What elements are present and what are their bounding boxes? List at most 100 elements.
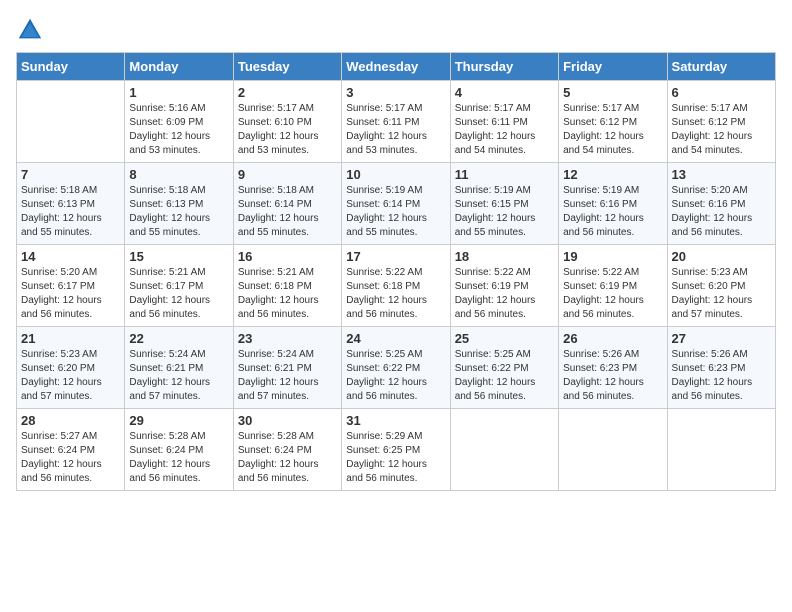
day-number: 12 (563, 167, 662, 182)
calendar-header-row: SundayMondayTuesdayWednesdayThursdayFrid… (17, 53, 776, 81)
calendar-cell: 9Sunrise: 5:18 AM Sunset: 6:14 PM Daylig… (233, 163, 341, 245)
day-info: Sunrise: 5:24 AM Sunset: 6:21 PM Dayligh… (238, 348, 337, 404)
day-number: 3 (346, 85, 445, 100)
day-number: 26 (563, 331, 662, 346)
day-number: 11 (455, 167, 554, 182)
day-number: 5 (563, 85, 662, 100)
day-header-saturday: Saturday (667, 53, 775, 81)
day-info: Sunrise: 5:25 AM Sunset: 6:22 PM Dayligh… (455, 348, 554, 404)
week-row-3: 14 Sunrise: 5:20 AM Sunset: 6:17 PM Dayli… (17, 245, 776, 327)
day-info: Sunrise: 5:16 AM Sunset: 6:09 PM Dayligh… (129, 102, 228, 158)
day-number: 22 (129, 331, 228, 346)
day-number: 19 (563, 249, 662, 264)
day-info: Sunrise: 5:27 AM Sunset: 6:24 PM Dayligh… (21, 430, 120, 486)
day-info: Sunrise: 5:20 AM Sunset: 6:16 PM Dayligh… (672, 184, 771, 240)
calendar-cell: 3Sunrise: 5:17 AM Sunset: 6:11 PM Daylig… (342, 81, 450, 163)
calendar-cell: 18 Sunrise: 5:22 AM Sunset: 6:19 PM Dayli… (450, 245, 558, 327)
day-header-friday: Friday (559, 53, 667, 81)
day-info: Sunrise: 5:18 AM Sunset: 6:14 PM Dayligh… (238, 184, 337, 240)
day-number: 24 (346, 331, 445, 346)
day-info: Sunrise: 5:18 AM Sunset: 6:13 PM Dayligh… (21, 184, 120, 240)
calendar-cell: 15 Sunrise: 5:21 AM Sunset: 6:17 PM Dayli… (125, 245, 233, 327)
week-row-1: 1 Sunrise: 5:16 AM Sunset: 6:09 PM Daylig… (17, 81, 776, 163)
day-info: Sunrise: 5:23 AM Sunset: 6:20 PM Dayligh… (672, 266, 771, 322)
day-header-wednesday: Wednesday (342, 53, 450, 81)
calendar-cell: 23Sunrise: 5:24 AM Sunset: 6:21 PM Dayli… (233, 327, 341, 409)
calendar-cell: 14 Sunrise: 5:20 AM Sunset: 6:17 PM Dayli… (17, 245, 125, 327)
day-info: Sunrise: 5:17 AM Sunset: 6:10 PM Dayligh… (238, 102, 337, 158)
day-number: 10 (346, 167, 445, 182)
day-header-thursday: Thursday (450, 53, 558, 81)
day-number: 27 (672, 331, 771, 346)
week-row-2: 7 Sunrise: 5:18 AM Sunset: 6:13 PM Daylig… (17, 163, 776, 245)
week-row-4: 21 Sunrise: 5:23 AM Sunset: 6:20 PM Dayli… (17, 327, 776, 409)
day-number: 29 (129, 413, 228, 428)
day-number: 20 (672, 249, 771, 264)
day-info: Sunrise: 5:23 AM Sunset: 6:20 PM Dayligh… (21, 348, 120, 404)
day-info: Sunrise: 5:22 AM Sunset: 6:19 PM Dayligh… (563, 266, 662, 322)
day-number: 7 (21, 167, 120, 182)
day-number: 28 (21, 413, 120, 428)
calendar-cell: 6 Sunrise: 5:17 AM Sunset: 6:12 PM Daylig… (667, 81, 775, 163)
logo-icon (16, 16, 44, 44)
calendar-cell: 2Sunrise: 5:17 AM Sunset: 6:10 PM Daylig… (233, 81, 341, 163)
logo (16, 16, 48, 44)
calendar-cell: 20 Sunrise: 5:23 AM Sunset: 6:20 PM Dayli… (667, 245, 775, 327)
day-number: 6 (672, 85, 771, 100)
calendar-cell: 7 Sunrise: 5:18 AM Sunset: 6:13 PM Daylig… (17, 163, 125, 245)
day-info: Sunrise: 5:24 AM Sunset: 6:21 PM Dayligh… (129, 348, 228, 404)
calendar-cell: 4 Sunrise: 5:17 AM Sunset: 6:11 PM Daylig… (450, 81, 558, 163)
day-info: Sunrise: 5:19 AM Sunset: 6:16 PM Dayligh… (563, 184, 662, 240)
day-info: Sunrise: 5:26 AM Sunset: 6:23 PM Dayligh… (672, 348, 771, 404)
calendar-cell: 12 Sunrise: 5:19 AM Sunset: 6:16 PM Dayli… (559, 163, 667, 245)
day-info: Sunrise: 5:20 AM Sunset: 6:17 PM Dayligh… (21, 266, 120, 322)
calendar-cell: 26Sunrise: 5:26 AM Sunset: 6:23 PM Dayli… (559, 327, 667, 409)
day-info: Sunrise: 5:21 AM Sunset: 6:17 PM Dayligh… (129, 266, 228, 322)
calendar-cell: 21 Sunrise: 5:23 AM Sunset: 6:20 PM Dayli… (17, 327, 125, 409)
calendar-cell: 27 Sunrise: 5:26 AM Sunset: 6:23 PM Dayli… (667, 327, 775, 409)
calendar-cell: 30Sunrise: 5:28 AM Sunset: 6:24 PM Dayli… (233, 409, 341, 491)
calendar-table: SundayMondayTuesdayWednesdayThursdayFrid… (16, 52, 776, 491)
calendar-cell: 25Sunrise: 5:25 AM Sunset: 6:22 PM Dayli… (450, 327, 558, 409)
day-info: Sunrise: 5:22 AM Sunset: 6:19 PM Dayligh… (455, 266, 554, 322)
calendar-cell: 19 Sunrise: 5:22 AM Sunset: 6:19 PM Dayli… (559, 245, 667, 327)
day-info: Sunrise: 5:17 AM Sunset: 6:11 PM Dayligh… (455, 102, 554, 158)
calendar-cell: 17 Sunrise: 5:22 AM Sunset: 6:18 PM Dayli… (342, 245, 450, 327)
day-info: Sunrise: 5:28 AM Sunset: 6:24 PM Dayligh… (129, 430, 228, 486)
day-info: Sunrise: 5:29 AM Sunset: 6:25 PM Dayligh… (346, 430, 445, 486)
calendar-body: 1 Sunrise: 5:16 AM Sunset: 6:09 PM Daylig… (17, 81, 776, 491)
calendar-cell: 31 Sunrise: 5:29 AM Sunset: 6:25 PM Dayli… (342, 409, 450, 491)
week-row-5: 28 Sunrise: 5:27 AM Sunset: 6:24 PM Dayli… (17, 409, 776, 491)
day-info: Sunrise: 5:25 AM Sunset: 6:22 PM Dayligh… (346, 348, 445, 404)
calendar-cell: 29 Sunrise: 5:28 AM Sunset: 6:24 PM Dayli… (125, 409, 233, 491)
day-header-sunday: Sunday (17, 53, 125, 81)
day-number: 13 (672, 167, 771, 182)
calendar-cell (450, 409, 558, 491)
calendar-cell: 5Sunrise: 5:17 AM Sunset: 6:12 PM Daylig… (559, 81, 667, 163)
calendar-cell: 22 Sunrise: 5:24 AM Sunset: 6:21 PM Dayli… (125, 327, 233, 409)
calendar-cell (667, 409, 775, 491)
calendar-cell: 8Sunrise: 5:18 AM Sunset: 6:13 PM Daylig… (125, 163, 233, 245)
day-header-monday: Monday (125, 53, 233, 81)
calendar-cell: 28 Sunrise: 5:27 AM Sunset: 6:24 PM Dayli… (17, 409, 125, 491)
day-info: Sunrise: 5:22 AM Sunset: 6:18 PM Dayligh… (346, 266, 445, 322)
day-number: 21 (21, 331, 120, 346)
header (16, 16, 776, 44)
day-number: 18 (455, 249, 554, 264)
day-number: 17 (346, 249, 445, 264)
day-number: 31 (346, 413, 445, 428)
day-info: Sunrise: 5:17 AM Sunset: 6:12 PM Dayligh… (672, 102, 771, 158)
day-number: 14 (21, 249, 120, 264)
day-number: 4 (455, 85, 554, 100)
day-number: 16 (238, 249, 337, 264)
calendar-cell: 10 Sunrise: 5:19 AM Sunset: 6:14 PM Dayli… (342, 163, 450, 245)
calendar-cell: 13 Sunrise: 5:20 AM Sunset: 6:16 PM Dayli… (667, 163, 775, 245)
day-info: Sunrise: 5:19 AM Sunset: 6:14 PM Dayligh… (346, 184, 445, 240)
calendar-cell: 24 Sunrise: 5:25 AM Sunset: 6:22 PM Dayli… (342, 327, 450, 409)
calendar-cell: 1 Sunrise: 5:16 AM Sunset: 6:09 PM Daylig… (125, 81, 233, 163)
day-number: 15 (129, 249, 228, 264)
day-number: 8 (129, 167, 228, 182)
day-info: Sunrise: 5:21 AM Sunset: 6:18 PM Dayligh… (238, 266, 337, 322)
day-info: Sunrise: 5:28 AM Sunset: 6:24 PM Dayligh… (238, 430, 337, 486)
day-number: 1 (129, 85, 228, 100)
